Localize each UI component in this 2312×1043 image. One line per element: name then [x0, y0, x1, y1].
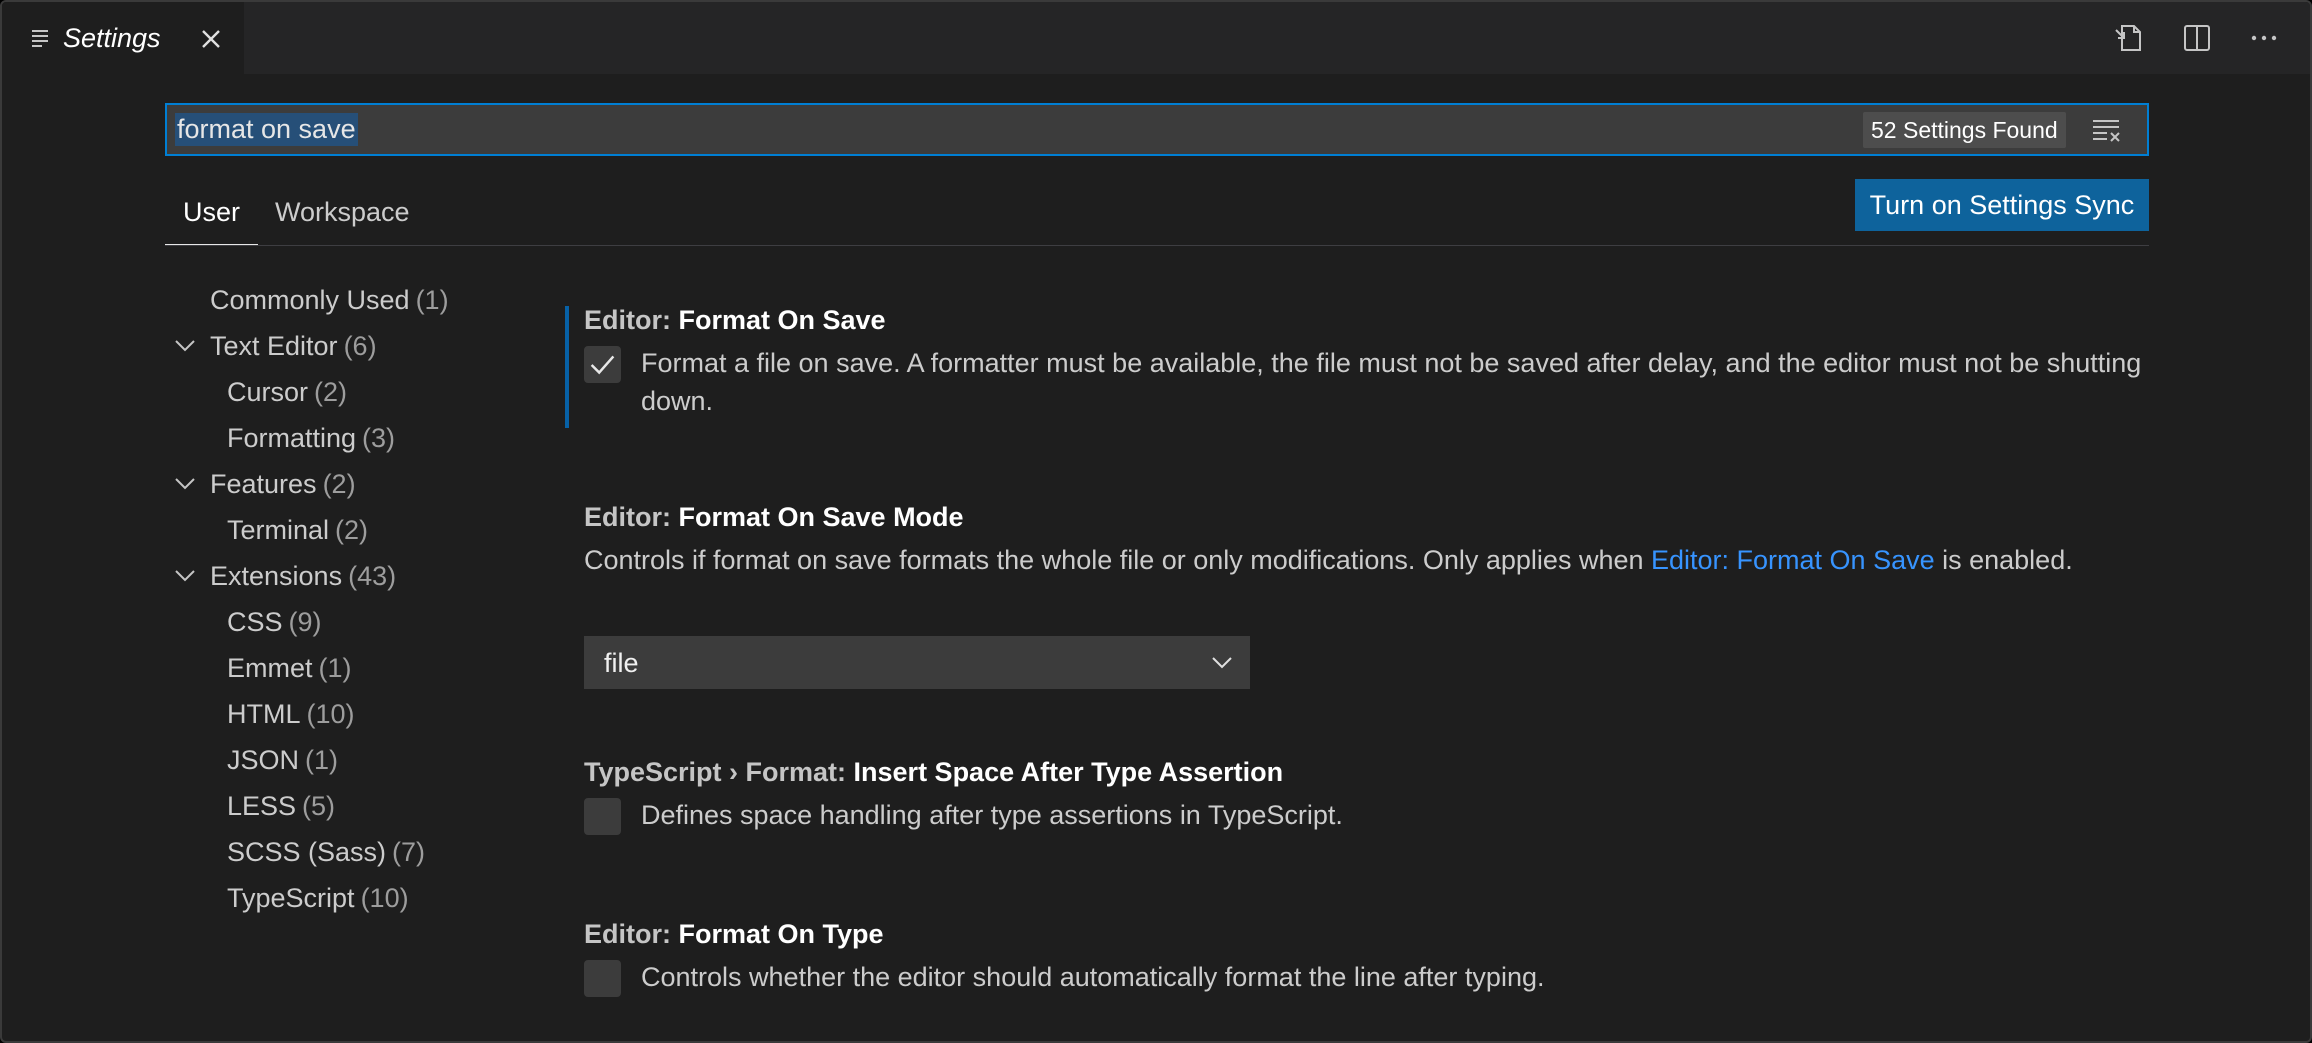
toc-count: (7): [392, 837, 426, 867]
toc-item-extensions[interactable]: Extensions (43): [165, 556, 545, 596]
setting-title: Editor: Format On Type: [584, 916, 884, 952]
toc-count: (2): [335, 515, 369, 545]
chevron-down-icon: [175, 478, 195, 490]
toc-item-features[interactable]: Features (2): [165, 464, 545, 504]
setting-name: Insert Space After Type Assertion: [853, 757, 1284, 787]
toc-item-html[interactable]: HTML (10): [165, 694, 545, 734]
toc-label: Emmet: [227, 653, 313, 683]
toc-label: Terminal: [227, 515, 330, 545]
chevron-down-icon: [175, 570, 195, 582]
setting-title: TypeScript › Format: Insert Space After …: [584, 754, 1283, 790]
tab-workspace[interactable]: Workspace: [257, 178, 428, 246]
toc-label: JSON: [227, 745, 300, 775]
toc-item-scss[interactable]: SCSS (Sass) (7): [165, 832, 545, 872]
format-on-save-checkbox[interactable]: [584, 346, 621, 383]
setting-category: Editor:: [584, 919, 679, 949]
scope-divider: [165, 245, 2149, 246]
turn-on-settings-sync-button[interactable]: Turn on Settings Sync: [1855, 179, 2149, 231]
chevron-down-icon: [1212, 657, 1232, 669]
setting-title: Editor: Format On Save Mode: [584, 499, 964, 535]
toc-count: (9): [288, 607, 322, 637]
toc-count: (10): [306, 699, 355, 729]
setting-category: TypeScript › Format:: [584, 757, 854, 787]
toc-label: Text Editor: [210, 331, 338, 361]
setting-title: Editor: Format On Save: [584, 302, 886, 338]
setting-description: Format a file on save. A formatter must …: [641, 348, 2142, 416]
clear-filter-icon[interactable]: [2091, 115, 2123, 145]
toc-label: Commonly Used: [210, 285, 410, 315]
settings-window: Settings format on save 52 Settings Foun…: [0, 0, 2312, 1043]
toc-label: TypeScript: [227, 883, 355, 913]
results-count-badge: 52 Settings Found: [1863, 112, 2066, 148]
toc-count: (43): [348, 561, 397, 591]
description-text: Controls if format on save formats the w…: [584, 545, 1651, 575]
toc-item-commonly-used[interactable]: Commonly Used (1): [165, 280, 545, 320]
close-icon[interactable]: [198, 26, 224, 52]
list-icon: [32, 30, 48, 47]
editor-tab-bar: Settings: [2, 2, 2310, 74]
settings-search: format on save 52 Settings Found: [165, 103, 2149, 156]
toc-label: Extensions: [210, 561, 343, 591]
setting-category: Editor:: [584, 502, 679, 532]
setting-description: Defines space handling after type assert…: [641, 800, 1343, 830]
toc-item-terminal[interactable]: Terminal (2): [165, 510, 545, 550]
setting-link[interactable]: Editor: Format On Save: [1651, 545, 1935, 575]
chevron-down-icon: [175, 340, 195, 352]
setting-category: Editor:: [584, 305, 679, 335]
toc-count: (1): [415, 285, 449, 315]
toc-count: (2): [314, 377, 348, 407]
toc-item-emmet[interactable]: Emmet (1): [165, 648, 545, 688]
split-editor-icon[interactable]: [2179, 20, 2215, 56]
setting-name: Format On Save Mode: [678, 502, 964, 532]
toc-label: HTML: [227, 699, 301, 729]
toc-count: (3): [362, 423, 396, 453]
toc-count: (5): [302, 791, 336, 821]
ts-insert-space-checkbox[interactable]: [584, 798, 621, 835]
format-on-save-mode-dropdown[interactable]: file: [584, 636, 1250, 689]
search-input[interactable]: [175, 113, 1875, 146]
more-actions-icon[interactable]: [2246, 20, 2282, 56]
toc-label: LESS: [227, 791, 297, 821]
setting-name: Format On Save: [678, 305, 886, 335]
toc-label: Formatting: [227, 423, 357, 453]
open-json-icon[interactable]: [2112, 20, 2148, 56]
toc-count: (10): [360, 883, 409, 913]
toc-count: (6): [343, 331, 377, 361]
setting-description: Controls whether the editor should autom…: [641, 962, 1545, 992]
toc-item-json[interactable]: JSON (1): [165, 740, 545, 780]
tab-user[interactable]: User: [165, 178, 259, 246]
toc-item-less[interactable]: LESS (5): [165, 786, 545, 826]
focused-setting-indicator: [565, 306, 569, 428]
toc-item-text-editor[interactable]: Text Editor (6): [165, 326, 545, 366]
toc-count: (2): [322, 469, 356, 499]
toc-item-typescript[interactable]: TypeScript (10): [165, 878, 545, 918]
toc-item-cursor[interactable]: Cursor (2): [165, 372, 545, 412]
toc-label: SCSS (Sass): [227, 837, 387, 867]
setting-description: Controls if format on save formats the w…: [584, 541, 2074, 579]
toc-count: (1): [305, 745, 339, 775]
toc-item-formatting[interactable]: Formatting (3): [165, 418, 545, 458]
format-on-type-checkbox[interactable]: [584, 960, 621, 997]
toc-label: Cursor: [227, 377, 309, 407]
toc-label: CSS: [227, 607, 283, 637]
tab-title: Settings: [63, 23, 161, 53]
select-value: file: [604, 648, 639, 678]
setting-name: Format On Type: [678, 919, 884, 949]
settings-tab[interactable]: Settings: [2, 2, 244, 74]
check-icon: [590, 355, 615, 375]
toc-count: (1): [318, 653, 352, 683]
toc-label: Features: [210, 469, 317, 499]
description-text: is enabled.: [1934, 545, 2073, 575]
toc-item-css[interactable]: CSS (9): [165, 602, 545, 642]
